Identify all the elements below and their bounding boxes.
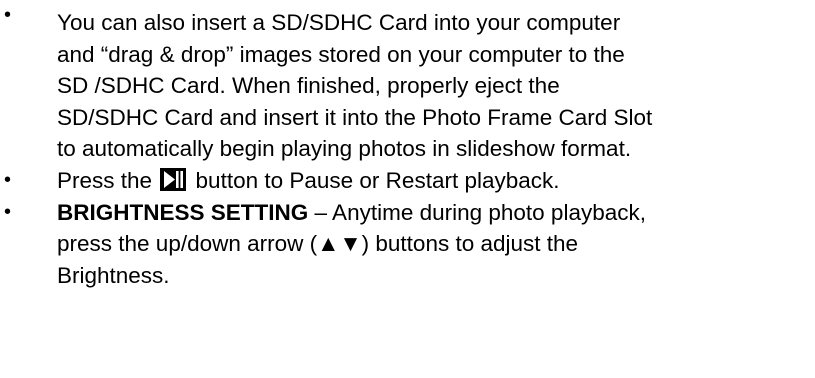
list-item-text-line: Brightness. xyxy=(57,262,170,288)
list-item-text: Press the xyxy=(57,167,159,193)
list-item-text-line: SD/SDHC Card and insert it into the Phot… xyxy=(57,104,653,130)
play-pause-icon xyxy=(160,167,187,191)
bullet-point: • xyxy=(4,200,12,223)
list-item-text-line: SD /SDHC Card. When finished, properly e… xyxy=(57,73,560,99)
list-item-text-line: press the up/down arrow (▲▼) buttons to … xyxy=(57,231,579,257)
document-page: • You can also insert a SD/SDHC Card int… xyxy=(0,0,815,378)
bullet-list: • You can also insert a SD/SDHC Card int… xyxy=(0,0,815,291)
list-item-text: button to Pause or Restart playback. xyxy=(189,167,560,193)
list-item-text-line: and “drag & drop” images stored on your … xyxy=(57,41,625,67)
list-item-text-line: – Anytime during photo playback, xyxy=(308,199,646,225)
list-item-brightness: • BRIGHTNESS SETTING – Anytime during ph… xyxy=(0,197,815,292)
list-item-text-line: You can also insert a SD/SDHC Card into … xyxy=(57,10,621,35)
list-item-play-pause: • Press the button to Pause or Restart p… xyxy=(0,165,815,197)
list-item-text-line: to automatically begin playing photos in… xyxy=(57,136,632,162)
bullet-point: • xyxy=(4,4,12,26)
list-item-sd-card: • You can also insert a SD/SDHC Card int… xyxy=(0,0,815,165)
brightness-setting-heading: BRIGHTNESS SETTING xyxy=(57,199,309,225)
bullet-point: • xyxy=(4,168,12,191)
